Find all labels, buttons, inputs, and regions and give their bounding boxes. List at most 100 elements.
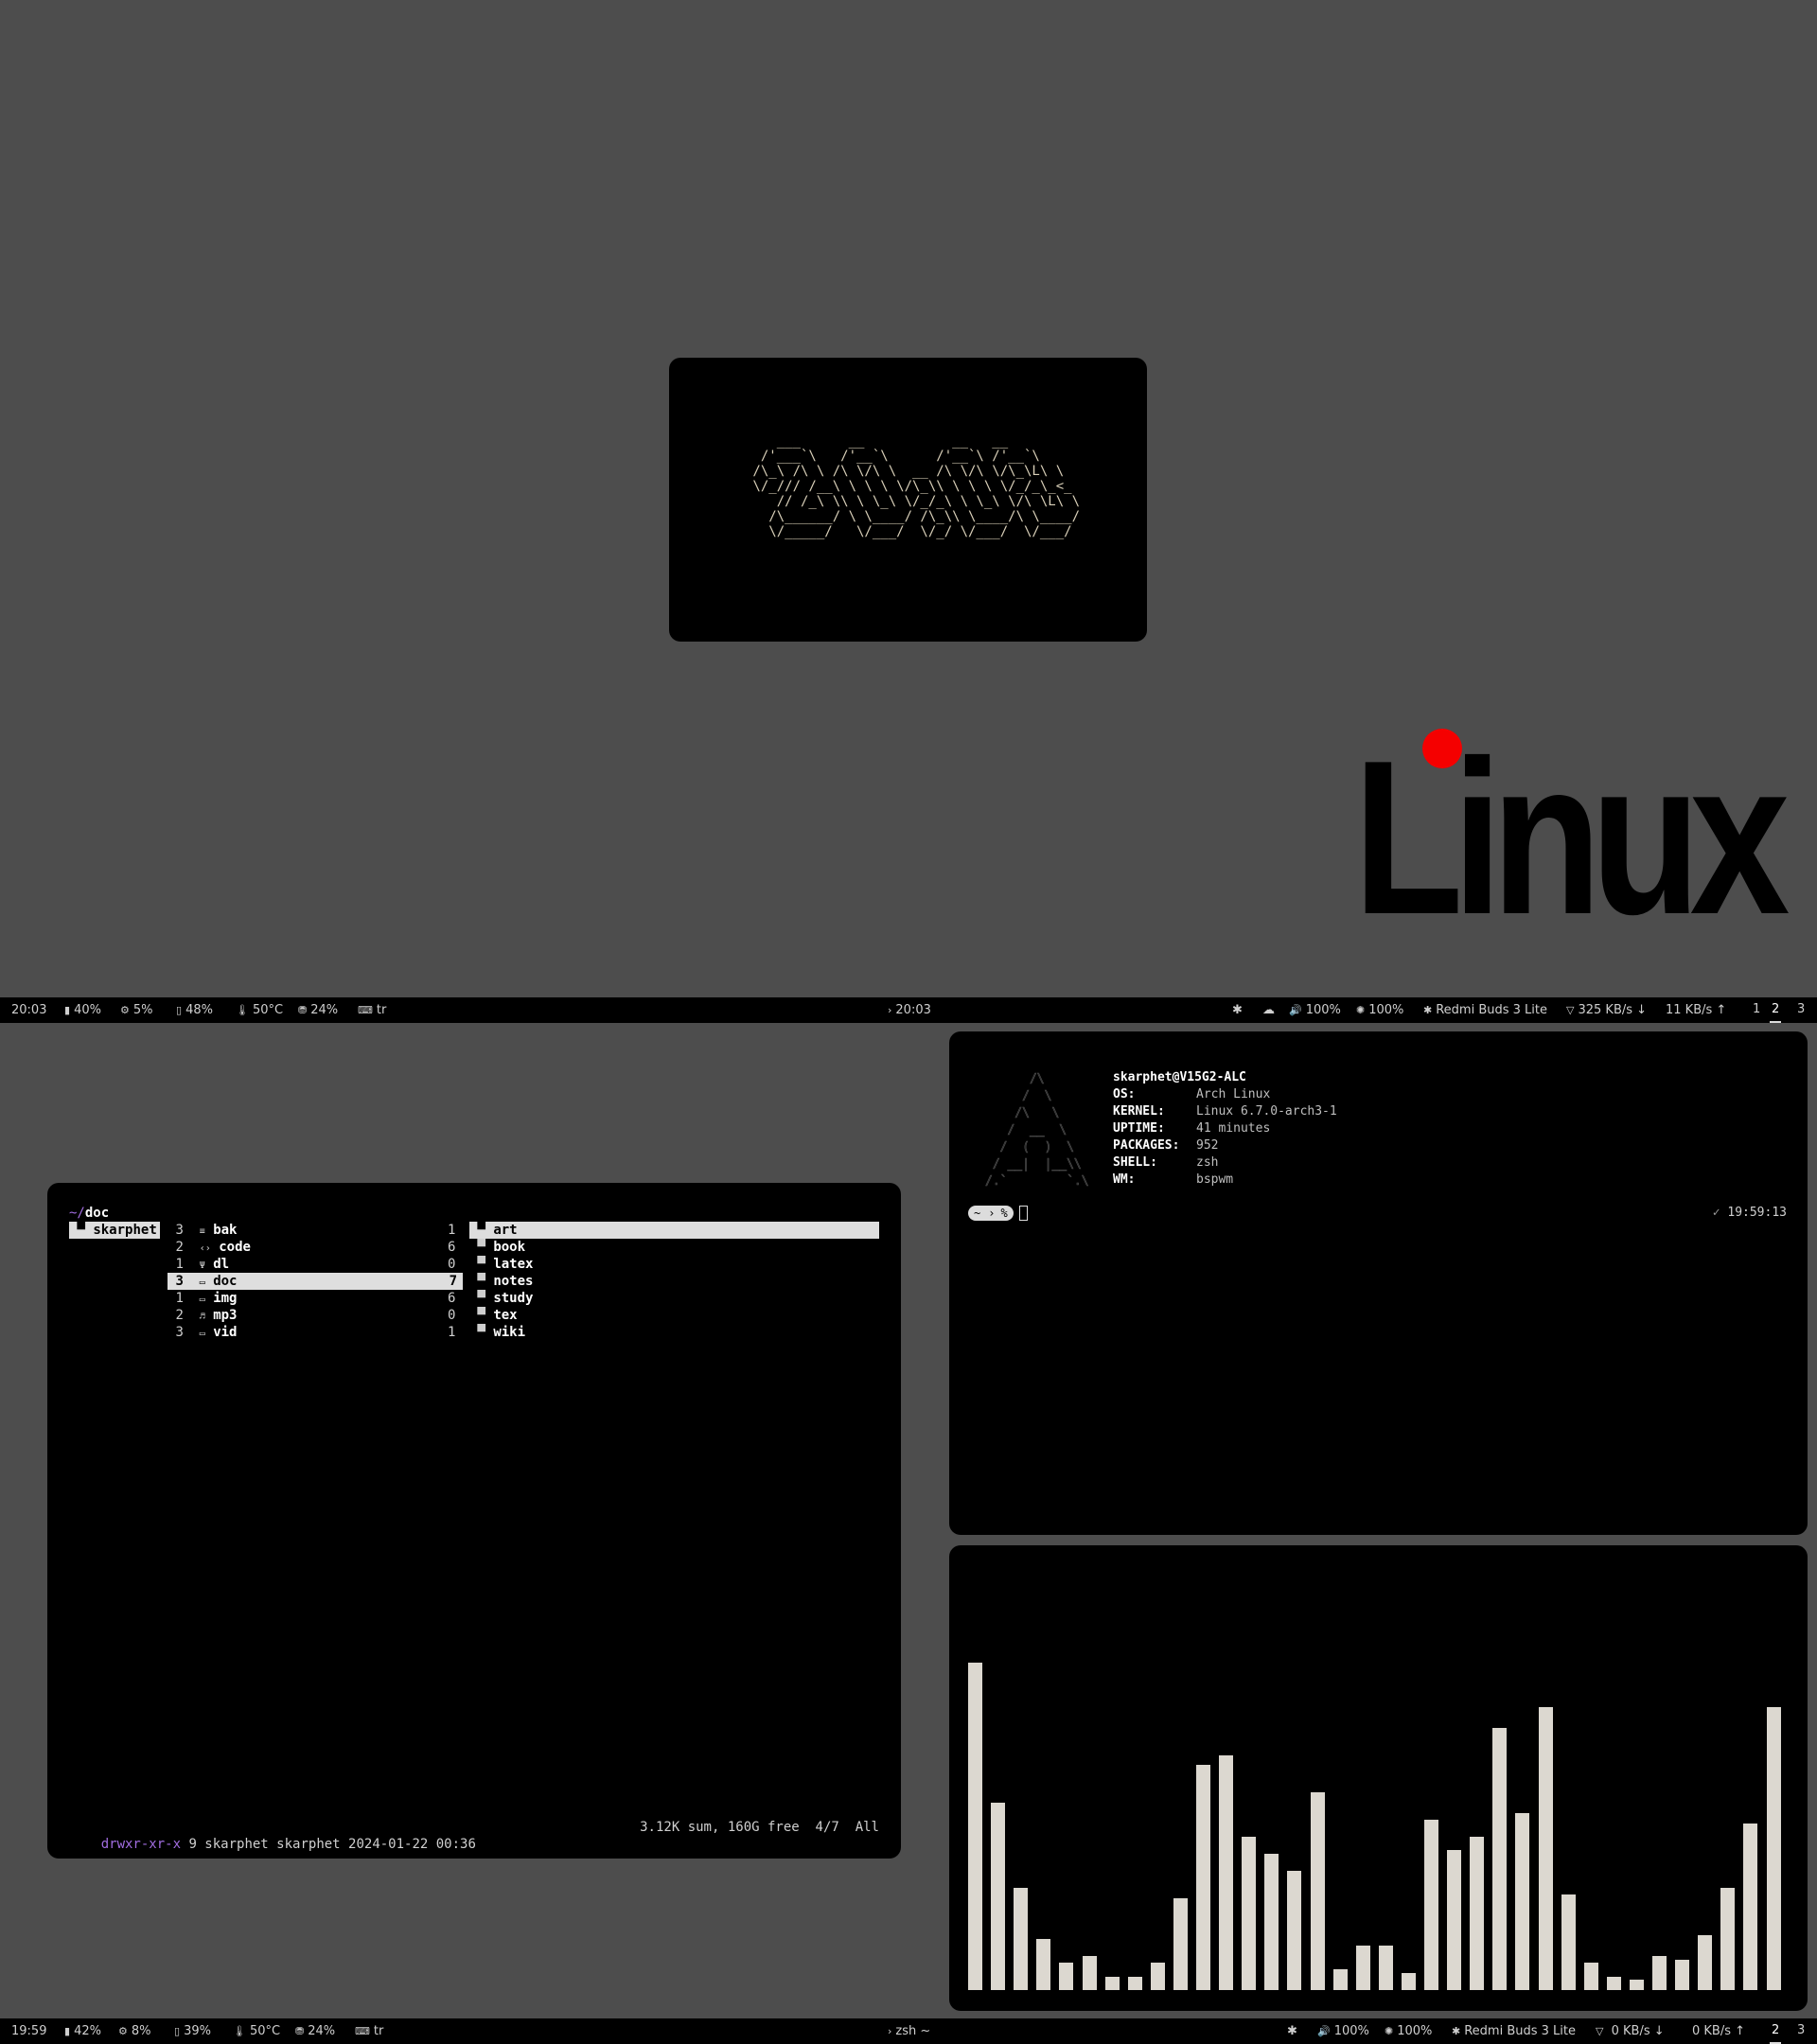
cpu-icon: ⚙ [118, 2025, 128, 2037]
wifi-icon: ▽ [1566, 1004, 1575, 1016]
brightness-widget[interactable]: ✺ 100% [1356, 997, 1403, 1023]
net-up-widget: 0 KB/s ↑ [1692, 2024, 1746, 2038]
bluetooth-icon[interactable]: ✱ [1287, 2018, 1297, 2044]
visualizer-bar [1333, 1969, 1348, 1990]
workspace-2[interactable]: 2 [1770, 2018, 1782, 2044]
file-entry[interactable]: 3 ▭ vid [168, 1324, 463, 1341]
bluetooth-device-widget[interactable]: ✱ Redmi Buds 3 Lite [1423, 997, 1547, 1023]
folder-icon: ▀ [477, 1308, 485, 1323]
entry-name: doc [213, 1274, 238, 1289]
info-value: 952 [1196, 1138, 1219, 1153]
prompt-char: % [997, 1206, 1014, 1221]
preview-count: 0 [448, 1257, 456, 1272]
path-bar: ~/doc [69, 1205, 109, 1222]
preview-entry[interactable]: ▀ study [469, 1290, 533, 1307]
workspace-2[interactable]: 2 [1770, 997, 1782, 1023]
disk-widget: ⛃ 24% [298, 997, 338, 1023]
splash-window: ___ __ __ __ /'___`\ /'__`\ /'__`\ /'__`… [669, 358, 1147, 642]
wifi-icon: ▽ [1596, 2025, 1604, 2037]
preview-name: wiki [493, 1325, 526, 1340]
preview-name: art [493, 1223, 518, 1238]
file-entry[interactable]: 2 ♬ mp3 [168, 1307, 463, 1324]
battery-icon: ▮ [64, 1004, 71, 1016]
brightness-value: 100% [1368, 1003, 1404, 1017]
preview-entry[interactable]: ▀ art [469, 1222, 879, 1239]
folder-icon: ▀ [77, 1223, 85, 1238]
visualizer-bar [1287, 1871, 1301, 1990]
visualizer-bar [1219, 1755, 1233, 1990]
preview-count: 1 [448, 1325, 456, 1340]
memory-value: 48% [185, 1003, 213, 1017]
volume-widget[interactable]: 🔊 100% [1289, 997, 1341, 1023]
preview-count: 0 [448, 1308, 456, 1323]
info-label: SHELL: [1113, 1155, 1157, 1170]
workspace-3[interactable]: 3 [1795, 2018, 1807, 2042]
bluetooth-device-widget[interactable]: ✱ Redmi Buds 3 Lite [1452, 2018, 1576, 2044]
entry-count: 2 [175, 1240, 184, 1255]
file-manager-window[interactable]: ~/doc ▀ skarphet 3 ≡ bak 2 ‹› code 1 Ψ d… [47, 1183, 901, 1859]
net-down-value: 325 KB/s [1578, 1003, 1633, 1017]
visualizer-bar [1036, 1939, 1050, 1990]
workspace-3[interactable]: 3 [1795, 997, 1807, 1021]
clock: 20:03 [11, 1003, 47, 1017]
preview-entry[interactable]: ▀ book [469, 1239, 525, 1256]
file-entry[interactable]: 3 ▭ doc 7 [168, 1273, 463, 1290]
workspace-1[interactable]: 1 [1751, 997, 1762, 1021]
visualizer-bar [1561, 1894, 1576, 1990]
net-down-widget: ▽ 325 KB/s ↓ [1566, 1003, 1648, 1017]
audio-visualizer-window [949, 1545, 1808, 2011]
file-entry[interactable]: 2 ‹› code [168, 1239, 463, 1256]
entry-icon: Ψ [199, 1260, 205, 1271]
net-up-value: 0 KB/s [1692, 2024, 1731, 2038]
bottom-status-bar: 19:59 ▮ 42% ⚙ 8% ▯ 39% 🌡 50°C ⛃ 24% ⌨ tr › zsh … [0, 2018, 1817, 2044]
folder-icon: ▀ [477, 1223, 485, 1238]
entry-count: 3 [175, 1274, 184, 1289]
net-down-widget: ▽ 0 KB/s ↓ [1596, 2024, 1665, 2038]
preview-name: study [493, 1291, 534, 1306]
memory-icon: ▯ [174, 2025, 181, 2037]
visualizer-bar [1743, 1824, 1757, 1990]
volume-value: 100% [1305, 1003, 1341, 1017]
brightness-value: 100% [1397, 2024, 1433, 2038]
keyboard-widget: ⌨ tr [355, 2018, 383, 2044]
parent-column-item[interactable]: ▀ skarphet [69, 1222, 160, 1239]
preview-entry[interactable]: ▀ notes [469, 1273, 533, 1290]
thermometer-icon: 🌡 [236, 1004, 249, 1016]
wallpaper-logo-dot [1422, 729, 1462, 768]
cpu-value: 5% [132, 1003, 153, 1017]
user-host: skarphet@V15G2-ALC [1113, 1070, 1246, 1084]
terminal-window[interactable]: /\ / \ /\ \ / __ \ / ( ) \ / __| |__\\ /… [949, 1031, 1808, 1535]
window-title-text: 20:03 [895, 1003, 931, 1017]
speaker-icon: 🔊 [1289, 1004, 1302, 1016]
preview-entry[interactable]: ▀ wiki [469, 1324, 525, 1341]
file-entry[interactable]: 3 ≡ bak [168, 1222, 463, 1239]
visualizer-bar [1402, 1973, 1416, 1990]
memory-widget: ▯ 39% [174, 2018, 211, 2044]
disk-icon: ⛃ [298, 1004, 308, 1016]
visualizer-bar [1447, 1850, 1461, 1990]
preview-entry[interactable]: ▀ tex [469, 1307, 517, 1324]
keyboard-icon: ⌨ [358, 1004, 373, 1016]
net-down-value: 0 KB/s [1611, 2024, 1650, 2038]
brightness-widget[interactable]: ✺ 100% [1385, 2018, 1432, 2044]
entry-icon: ≡ [199, 1226, 205, 1237]
check-icon: ✓ [1712, 1206, 1720, 1220]
bluetooth-icon[interactable]: ✱ [1232, 997, 1243, 1023]
visualizer-bar [991, 1803, 1005, 1990]
keyboard-icon: ⌨ [355, 2025, 370, 2037]
file-entry[interactable]: 1 Ψ dl [168, 1256, 463, 1273]
file-entry[interactable]: 1 ▭ img [168, 1290, 463, 1307]
status-right: 3.12K sum, 160G free 4/7 All [640, 1820, 879, 1835]
visualizer-bar [1014, 1888, 1028, 1990]
weather-icon: ☁ [1262, 1003, 1275, 1017]
volume-widget[interactable]: 🔊 100% [1317, 2018, 1369, 2044]
preview-entry[interactable]: ▀ latex [469, 1256, 533, 1273]
memory-widget: ▯ 48% [176, 997, 213, 1023]
arch-ascii-logo: /\ / \ /\ \ / __ \ / ( ) \ / __| |__\\ /… [985, 1072, 1089, 1189]
visualizer-bar [1083, 1956, 1097, 1990]
path-prefix: ~/ [69, 1206, 85, 1221]
sun-icon: ✺ [1356, 1004, 1366, 1016]
speaker-icon: 🔊 [1317, 2025, 1331, 2037]
entry-icon: ‹› [199, 1243, 211, 1254]
disk-value: 24% [310, 1003, 339, 1017]
